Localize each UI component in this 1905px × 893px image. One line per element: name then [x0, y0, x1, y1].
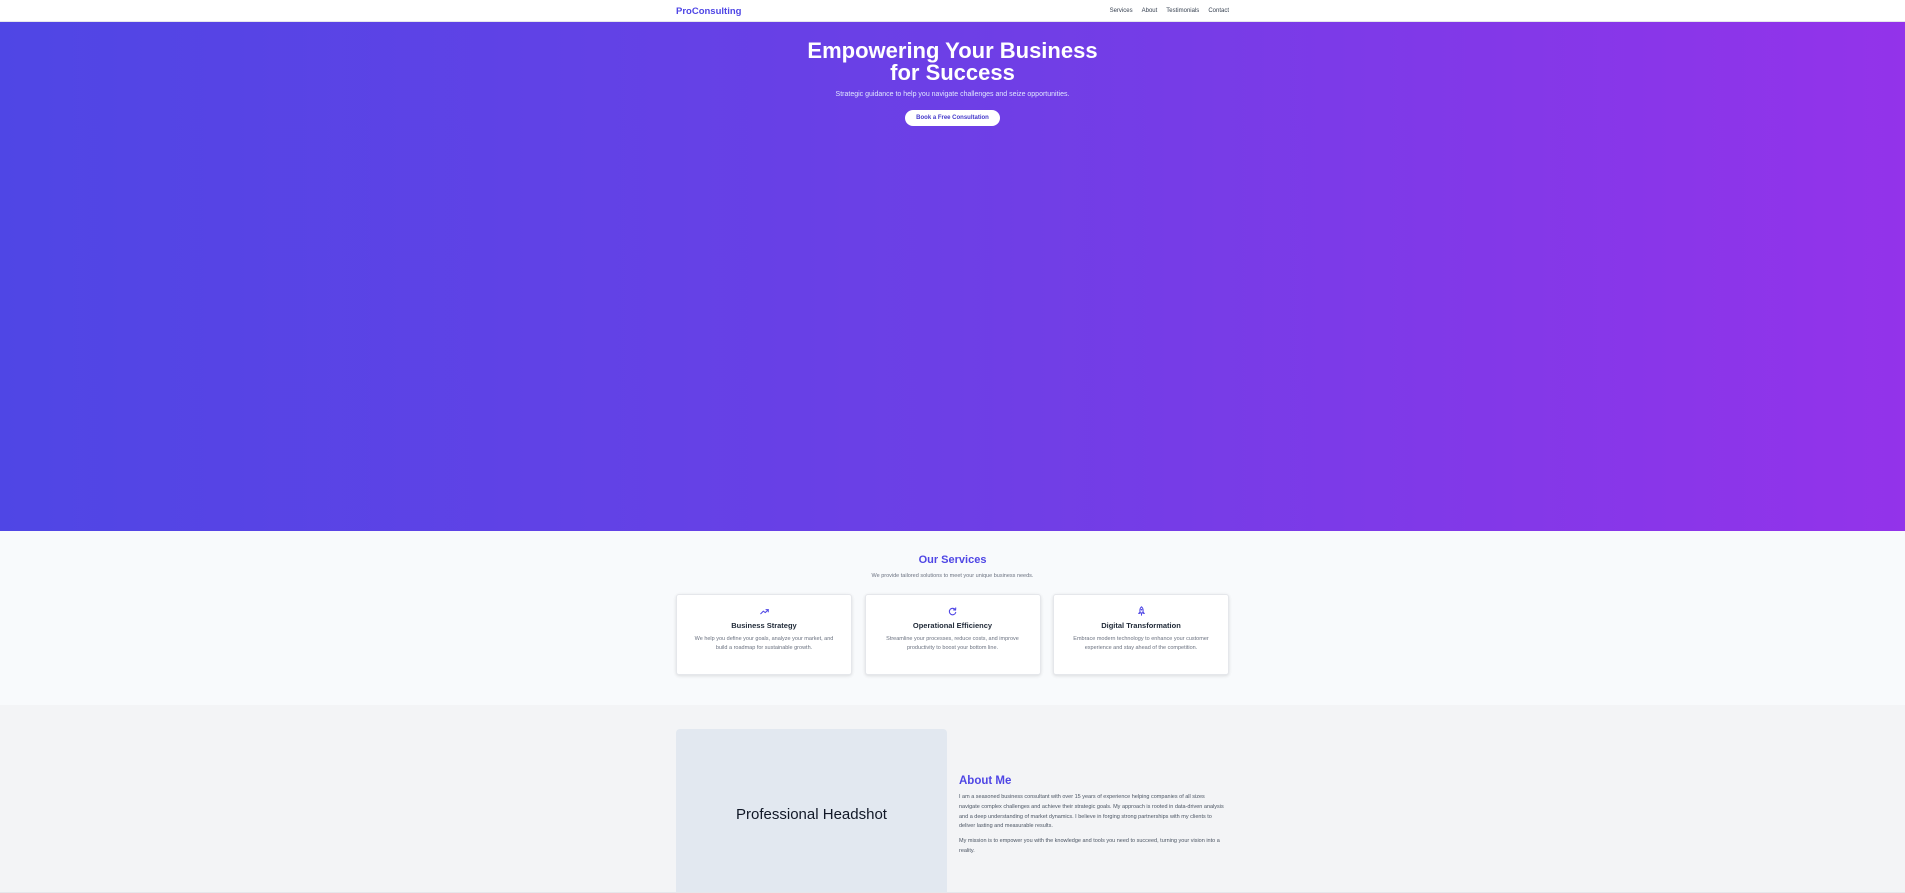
services-section: Our Services We provide tailored solutio…	[0, 531, 1905, 705]
service-card-digital-transformation: Digital Transformation Embrace modern te…	[1053, 594, 1229, 675]
hero-subtitle: Strategic guidance to help you navigate …	[835, 91, 1070, 98]
service-card-text: Streamline your processes, reduce costs,…	[886, 636, 1019, 651]
top-navbar: ProConsulting Services About Testimonial…	[0, 0, 1905, 22]
hero-title: Empowering Your Business for Success	[807, 38, 1098, 85]
headshot-placeholder: Professional Headshot	[676, 729, 947, 893]
book-consultation-button[interactable]: Book a Free Consultation	[905, 110, 1000, 126]
about-text: About Me I am a seasoned business consul…	[959, 729, 1227, 893]
brand-logo[interactable]: ProConsulting	[676, 6, 741, 17]
about-paragraph-2: My mission is to empower you with the kn…	[959, 838, 1220, 854]
service-card-title: Business Strategy	[731, 621, 797, 630]
services-subtitle: We provide tailored solutions to meet yo…	[871, 573, 1034, 579]
service-card-text: We help you define your goals, analyze y…	[694, 636, 834, 651]
about-inner: Professional Headshot About Me I am a se…	[676, 705, 1229, 893]
service-card-title: Digital Transformation	[1101, 621, 1181, 630]
rocket-icon	[1054, 606, 1228, 616]
about-paragraph-1: I am a seasoned business consultant with…	[959, 794, 1224, 830]
about-section: Professional Headshot About Me I am a se…	[0, 705, 1905, 893]
refresh-icon	[866, 606, 1040, 616]
nav-links: Services About Testimonials Contact	[1110, 8, 1229, 14]
service-card-text: Embrace modern technology to enhance you…	[1073, 636, 1209, 651]
hero-section: Empowering Your Business for Success Str…	[0, 22, 1905, 531]
service-card-title: Operational Efficiency	[912, 621, 993, 630]
nav-link-services[interactable]: Services	[1110, 8, 1133, 14]
nav-link-about[interactable]: About	[1142, 8, 1158, 14]
services-title: Our Services	[918, 554, 987, 566]
nav-link-contact[interactable]: Contact	[1208, 8, 1229, 14]
trending-up-icon	[677, 606, 851, 616]
service-card-business-strategy: Business Strategy We help you define you…	[676, 594, 852, 675]
navbar-inner: ProConsulting Services About Testimonial…	[676, 0, 1229, 22]
service-cards: Business Strategy We help you define you…	[676, 594, 1229, 675]
about-title: About Me	[959, 775, 1012, 787]
service-card-operational-efficiency: Operational Efficiency Streamline your p…	[864, 594, 1041, 675]
nav-link-testimonials[interactable]: Testimonials	[1166, 8, 1199, 14]
